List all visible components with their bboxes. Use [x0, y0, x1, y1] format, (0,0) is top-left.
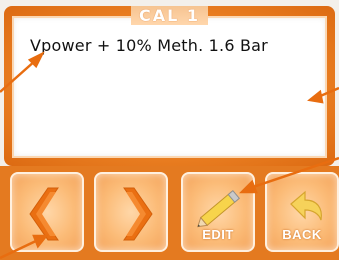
- previous-button[interactable]: [10, 172, 84, 252]
- back-button[interactable]: BACK: [265, 172, 339, 252]
- chevron-left-icon: [29, 187, 59, 241]
- pencil-icon: [197, 189, 241, 228]
- screen-title: CAL 1: [0, 6, 339, 25]
- edit-button[interactable]: EDIT: [181, 172, 255, 252]
- calibration-description: Vpower + 10% Meth. 1.6 Bar: [30, 36, 268, 55]
- screen-title-text: CAL 1: [130, 6, 209, 25]
- chevron-right-icon: [123, 187, 153, 241]
- display-frame: [4, 6, 335, 166]
- back-arrow-icon: [290, 190, 322, 221]
- device-panel: CAL 1 Vpower + 10% Meth. 1.6 Bar EDIT BA…: [0, 0, 339, 260]
- next-button[interactable]: [94, 172, 168, 252]
- back-label: BACK: [282, 227, 322, 242]
- edit-label: EDIT: [202, 227, 234, 242]
